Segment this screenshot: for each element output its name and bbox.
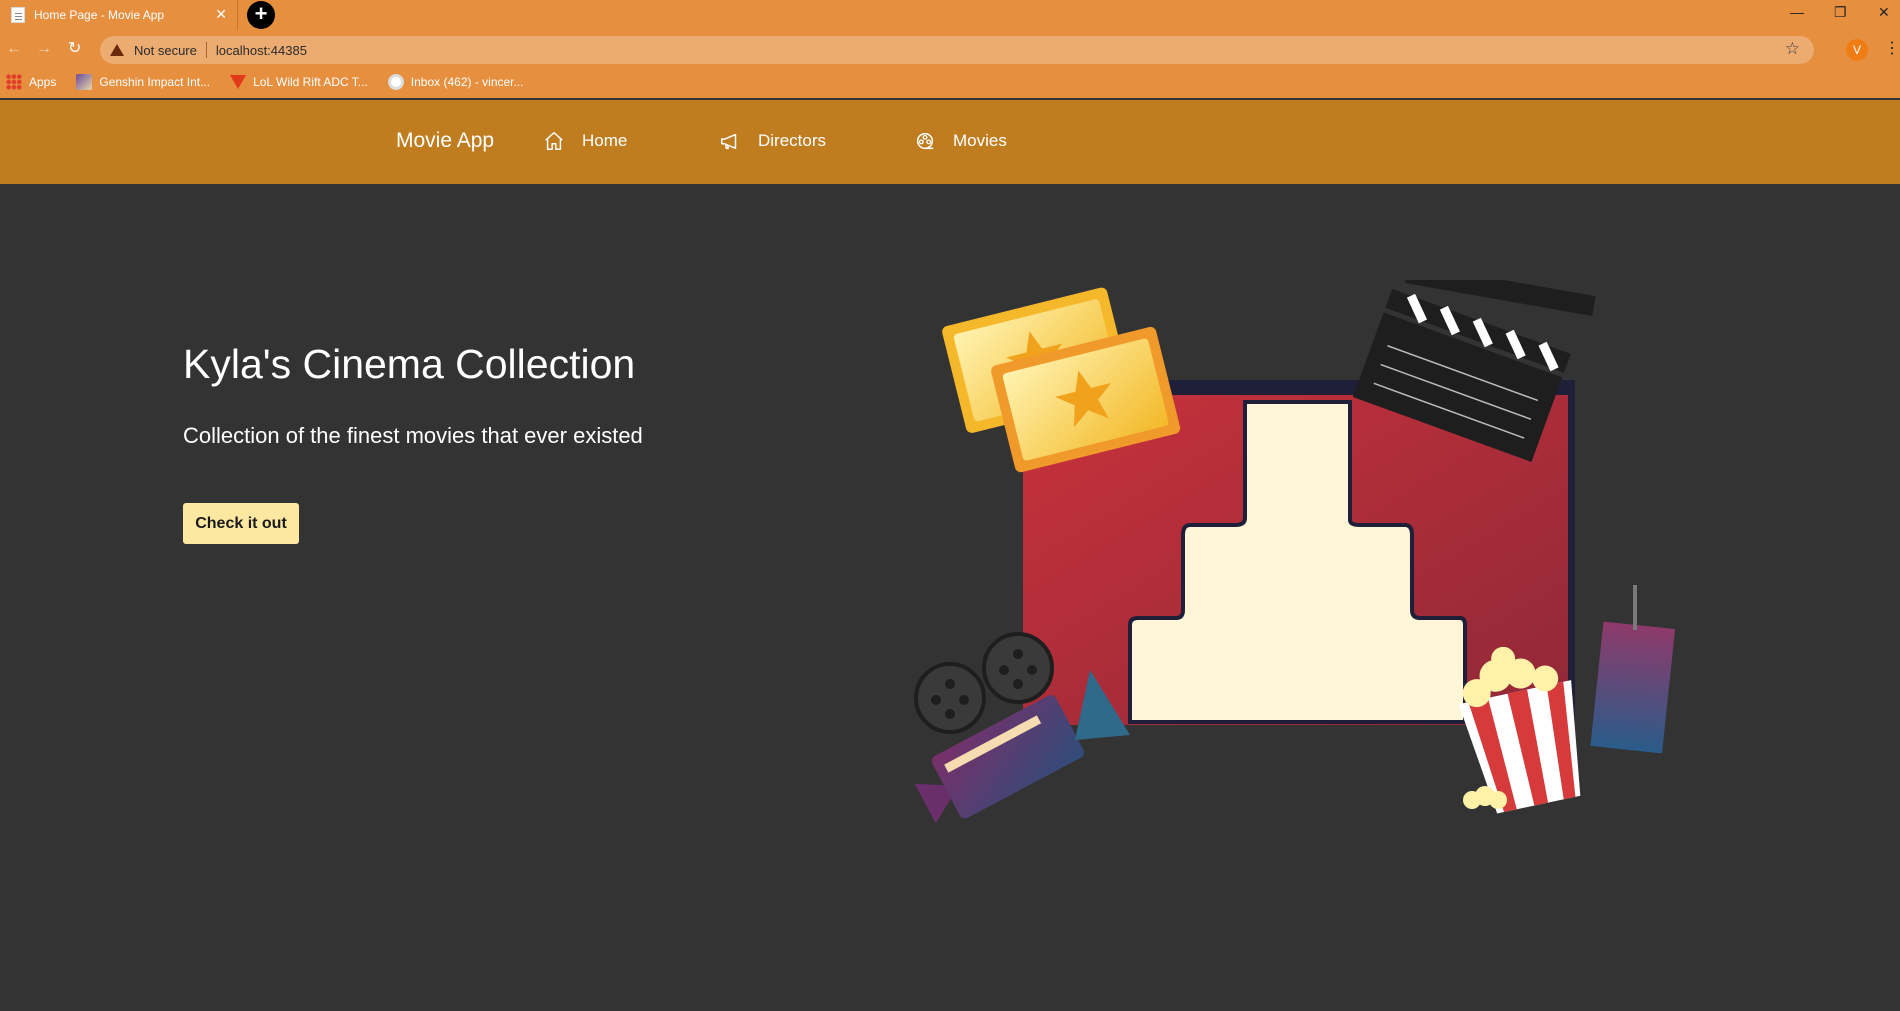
genshin-icon: [76, 74, 93, 90]
nav-home[interactable]: Home: [543, 130, 627, 152]
cinema-illustration: [914, 280, 1676, 824]
bookmark-label: Genshin Impact Int...: [99, 75, 211, 89]
bookmark-label: Apps: [29, 75, 57, 89]
browser-chrome: Home Page - Movie App ✕ + — ❐ ✕ ← → ↻ No…: [0, 0, 1900, 98]
url-text[interactable]: localhost:44385: [216, 43, 307, 58]
reload-icon[interactable]: ↻: [68, 40, 81, 58]
bookmark-apps[interactable]: Apps: [6, 74, 56, 90]
hero-subtitle: Collection of the finest movies that eve…: [183, 423, 643, 448]
nav-directors[interactable]: Directors: [719, 130, 826, 152]
forward-arrow-icon[interactable]: →: [36, 40, 52, 58]
browser-toolbar: ← → ↻ Not secure localhost:44385 ☆ V ⋮: [0, 32, 1900, 68]
tab-strip: Home Page - Movie App ✕ + — ❐ ✕: [0, 0, 1900, 30]
security-status[interactable]: Not secure: [134, 43, 197, 58]
address-bar[interactable]: Not secure localhost:44385 ☆: [100, 36, 1814, 64]
nav-label: Home: [582, 131, 628, 150]
tab-title: Home Page - Movie App: [34, 8, 165, 22]
warning-icon: [110, 44, 124, 56]
menu-kebab-icon[interactable]: ⋮: [1884, 40, 1900, 58]
site-navbar: Movie App Home Directors Movies: [0, 100, 1900, 184]
bookmark-inbox[interactable]: Inbox (462) - vincer...: [387, 74, 524, 90]
wild-rift-icon: [230, 75, 247, 89]
hero-title: Kyla's Cinema Collection: [183, 341, 636, 387]
megaphone-icon: [721, 133, 737, 150]
home-icon: [545, 132, 563, 150]
bookmark-genshin[interactable]: Genshin Impact Int...: [76, 74, 210, 90]
film-reel-icon: [916, 132, 934, 150]
check-it-out-button[interactable]: Check it out: [183, 503, 299, 544]
brand-logo[interactable]: Movie App: [396, 129, 494, 153]
bookmarks-bar: Apps Genshin Impact Int... LoL Wild Rift…: [0, 70, 1900, 94]
address-divider: [205, 42, 207, 58]
apps-grid-icon: [6, 74, 22, 90]
tab-close-icon[interactable]: ✕: [215, 7, 227, 21]
restore-icon[interactable]: ❐: [1834, 4, 1847, 21]
mail-icon: [387, 74, 404, 90]
bookmark-label: Inbox (462) - vincer...: [410, 75, 524, 89]
nav-label: Directors: [758, 131, 827, 150]
minimize-icon[interactable]: —: [1790, 4, 1804, 20]
back-arrow-icon[interactable]: ←: [6, 40, 22, 58]
nav-movies[interactable]: Movies: [914, 130, 1007, 152]
new-tab-button[interactable]: +: [247, 1, 275, 29]
page-favicon-icon: [11, 7, 25, 23]
nav-label: Movies: [953, 131, 1007, 150]
bookmark-star-icon[interactable]: ☆: [1785, 39, 1800, 59]
profile-avatar[interactable]: V: [1846, 39, 1868, 61]
bookmark-wild-rift[interactable]: LoL Wild Rift ADC T...: [230, 75, 368, 89]
bookmark-label: LoL Wild Rift ADC T...: [253, 75, 368, 89]
browser-tab[interactable]: Home Page - Movie App ✕: [0, 0, 238, 30]
window-close-icon[interactable]: ✕: [1878, 4, 1890, 21]
